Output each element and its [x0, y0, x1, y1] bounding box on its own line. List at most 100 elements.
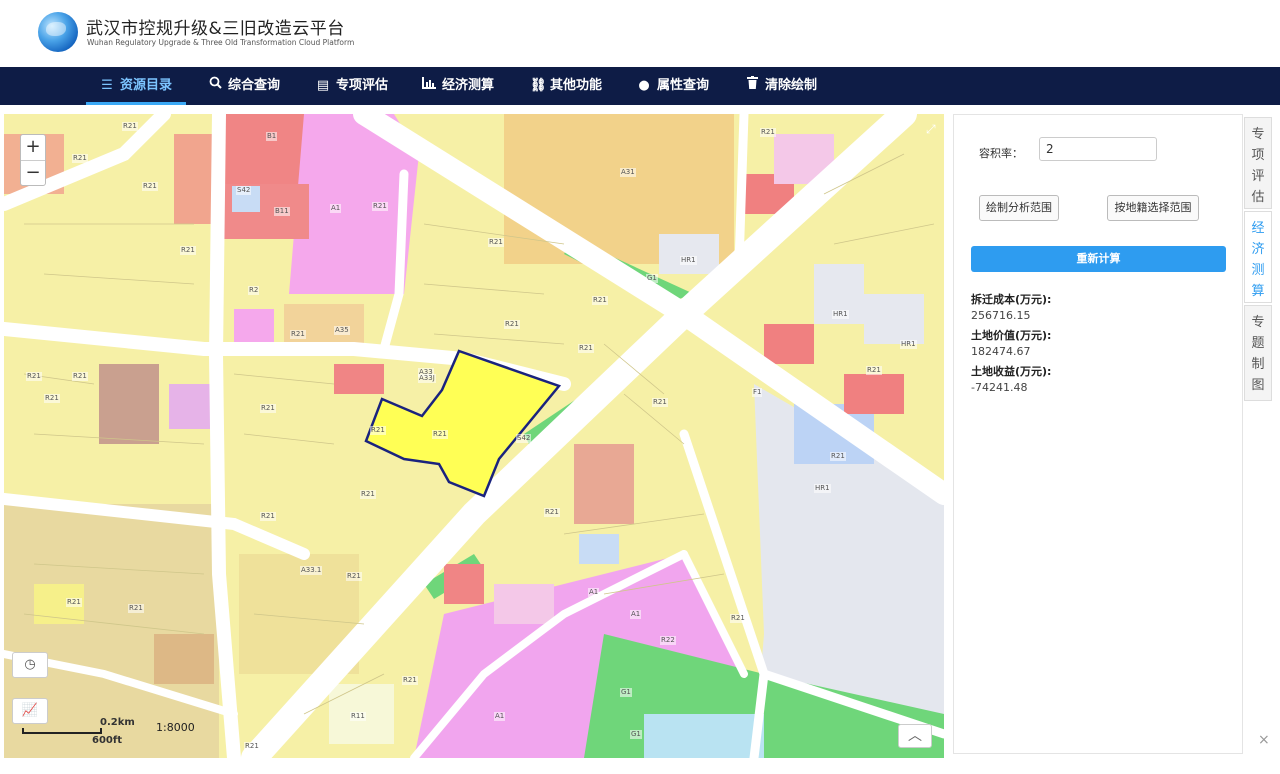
document-icon: ▤: [316, 78, 330, 93]
demolition-cost-value: 256716.15: [971, 309, 1031, 322]
map-parcel-label: G1: [646, 274, 658, 283]
map-parcel-label: R21: [128, 604, 144, 613]
zoom-in-button[interactable]: +: [21, 135, 45, 160]
economic-calc-panel: 容积率： 绘制分析范围 按地籍选择范围 重新计算 拆迁成本(万元): 25671…: [953, 114, 1243, 754]
map-parcel-label: R21: [370, 426, 386, 435]
map-parcel-label: A35: [334, 326, 350, 335]
zoom-control: + −: [20, 134, 46, 186]
map-parcel-label: R21: [360, 490, 376, 499]
demolition-cost-label: 拆迁成本(万元):: [971, 293, 1052, 306]
map-parcel-label: R21: [180, 246, 196, 255]
map-parcel-label: S42: [516, 434, 532, 443]
link-icon: ⛓: [530, 78, 547, 93]
nav-item-economic[interactable]: 经济测算: [422, 67, 494, 105]
tab-economic-calc[interactable]: 经济测算: [1244, 211, 1272, 303]
map-parcel-label: F1: [752, 388, 763, 397]
map-parcel-label: HR1: [832, 310, 849, 319]
collapse-button[interactable]: ︿: [898, 724, 932, 748]
parcel-red-e[interactable]: [764, 324, 814, 364]
line-chart-icon: 📈: [21, 703, 39, 718]
map-parcel-label: R11: [350, 712, 366, 721]
map-parcel-label: R21: [830, 452, 846, 461]
map-parcel-label: R21: [72, 372, 88, 381]
map-parcel-label: R21: [578, 344, 594, 353]
far-input[interactable]: [1039, 137, 1157, 161]
clock-icon: ◷: [24, 657, 36, 672]
expand-icon[interactable]: ⤢: [926, 122, 936, 137]
land-use-map[interactable]: R21 R21 B1 A1 R21 A31 R21 B11 S42 R21 R21 A33 R21 R2 A…: [4, 114, 944, 758]
app-header: 武汉市控规升级&三旧改造云平台 Wuhan Regulatory Upgrade…: [0, 0, 1280, 67]
parcel-red-center[interactable]: [334, 364, 384, 394]
map-canvas[interactable]: [4, 114, 944, 758]
parcel-hr1-e[interactable]: [864, 294, 924, 344]
map-parcel-label: R21: [760, 128, 776, 137]
map-parcel-label: R21: [372, 202, 388, 211]
info-tool-button[interactable]: ◷: [12, 652, 48, 678]
map-parcel-label: R21: [346, 572, 362, 581]
map-parcel-label: G1: [620, 688, 632, 697]
parcel-tan-s[interactable]: [154, 634, 214, 684]
map-parcel-label: B1: [266, 132, 278, 141]
map-parcel-label: R21: [260, 404, 276, 413]
map-parcel-label: R21: [544, 508, 560, 517]
parcel-pink-s[interactable]: [494, 584, 554, 624]
land-revenue-label: 土地收益(万元):: [971, 365, 1052, 378]
scale-bar: [22, 728, 102, 734]
map-parcel-label: R21: [730, 614, 746, 623]
parcel-hr1-n[interactable]: [659, 234, 719, 274]
nav-item-resource-catalog[interactable]: ☰ 资源目录: [86, 67, 187, 105]
chevron-up-icon: ︿: [908, 728, 922, 744]
parcel-violet[interactable]: [169, 384, 214, 429]
map-parcel-label: S42: [236, 186, 252, 195]
list-icon: ☰: [101, 78, 113, 93]
nav-item-clear[interactable]: 清除绘制: [745, 67, 817, 105]
circle-icon: ●: [638, 78, 650, 93]
map-parcel-label: B11: [274, 207, 290, 216]
map-parcel-label: A31: [620, 168, 636, 177]
parcel-brown-mid[interactable]: [574, 444, 634, 524]
map-parcel-label: G1: [630, 730, 642, 739]
trash-icon: [745, 67, 759, 105]
land-value-label: 土地价值(万元):: [971, 329, 1052, 342]
map-parcel-label: HR1: [814, 484, 831, 493]
main-nav: ☰ 资源目录 综合查询 ▤ 专项评估 经济测算 ⛓ 其他功能 ● 属性查询 清除绘制: [0, 67, 1280, 105]
zoom-out-button[interactable]: −: [21, 160, 45, 185]
map-parcel-label: R21: [592, 296, 608, 305]
nav-item-query[interactable]: 综合查询: [208, 67, 280, 105]
map-parcel-label: A33.1: [300, 566, 323, 575]
parcel-red-s[interactable]: [444, 564, 484, 604]
tab-thematic-mapping[interactable]: 专题制图: [1244, 305, 1272, 401]
map-parcel-label: R22: [660, 636, 676, 645]
map-parcel-label: R21: [260, 512, 276, 521]
parcel-blue-mid[interactable]: [579, 534, 619, 564]
close-icon[interactable]: ×: [1258, 732, 1270, 748]
map-parcel-label: R21: [66, 598, 82, 607]
parcel-select-button[interactable]: 按地籍选择范围: [1107, 195, 1199, 221]
recalculate-button[interactable]: 重新计算: [971, 246, 1226, 272]
parcel-water[interactable]: [644, 714, 764, 758]
map-parcel-label: R2: [248, 286, 260, 295]
land-revenue-value: -74241.48: [971, 381, 1028, 394]
far-label: 容积率：: [979, 147, 1023, 160]
map-parcel-label: R21: [72, 154, 88, 163]
map-parcel-label: R21: [122, 122, 138, 131]
tab-special-assessment[interactable]: 专项评估: [1244, 117, 1272, 209]
draw-range-button[interactable]: 绘制分析范围: [979, 195, 1059, 221]
parcel-red-e2[interactable]: [844, 374, 904, 414]
map-parcel-label: HR1: [900, 340, 917, 349]
globe-logo-icon: [38, 12, 78, 52]
map-parcel-label: A33J: [418, 374, 436, 383]
map-parcel-label: R21: [244, 742, 260, 751]
measure-tool-button[interactable]: 📈: [12, 698, 48, 724]
nav-item-other[interactable]: ⛓ 其他功能: [530, 67, 602, 105]
map-parcel-label: A1: [588, 588, 600, 597]
map-parcel-label: R21: [866, 366, 882, 375]
search-icon: [208, 67, 222, 105]
map-parcel-label: R21: [432, 430, 448, 439]
app-title: 武汉市控规升级&三旧改造云平台: [86, 19, 345, 39]
nav-item-assessment[interactable]: ▤ 专项评估: [316, 67, 388, 105]
scale-ft-label: 600ft: [92, 735, 123, 746]
nav-item-attribute[interactable]: ● 属性查询: [637, 67, 709, 105]
map-parcel-label: HR1: [680, 256, 697, 265]
parcel-brown[interactable]: [99, 364, 159, 444]
